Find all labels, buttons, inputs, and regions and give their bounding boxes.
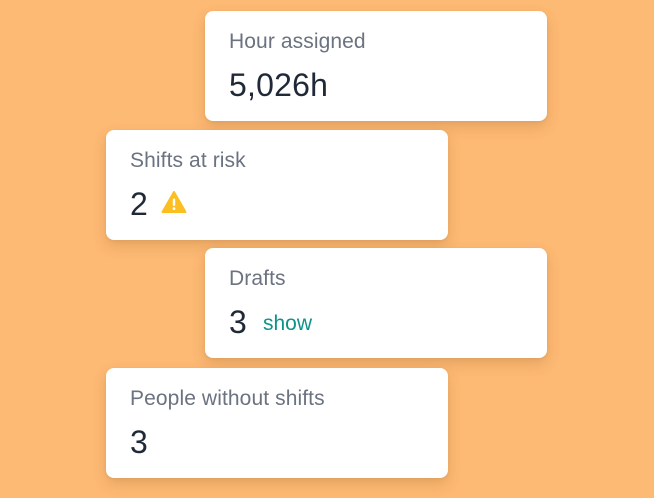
card-value-row: 2 <box>130 186 424 222</box>
warning-icon-graphic <box>161 191 187 213</box>
card-value: 5,026h <box>229 67 329 103</box>
card-value-row: 3 show <box>229 304 523 340</box>
card-label: Drafts <box>229 267 286 290</box>
card-value: 3 <box>130 424 148 460</box>
card-value-row: 5,026h <box>229 67 523 103</box>
warning-icon <box>161 190 187 214</box>
card-value: 3 <box>229 304 247 340</box>
card-label: Shifts at risk <box>130 149 246 172</box>
card-value-row: 3 <box>130 424 424 460</box>
show-drafts-link[interactable]: show <box>263 312 312 336</box>
shifts-at-risk-card: Shifts at risk 2 <box>106 130 448 240</box>
card-label: Hour assigned <box>229 30 366 53</box>
card-value: 2 <box>130 186 148 222</box>
card-label: People without shifts <box>130 387 325 410</box>
drafts-card: Drafts 3 show <box>205 248 547 358</box>
people-without-shifts-card: People without shifts 3 <box>106 368 448 478</box>
hours-assigned-card: Hour assigned 5,026h <box>205 11 547 121</box>
